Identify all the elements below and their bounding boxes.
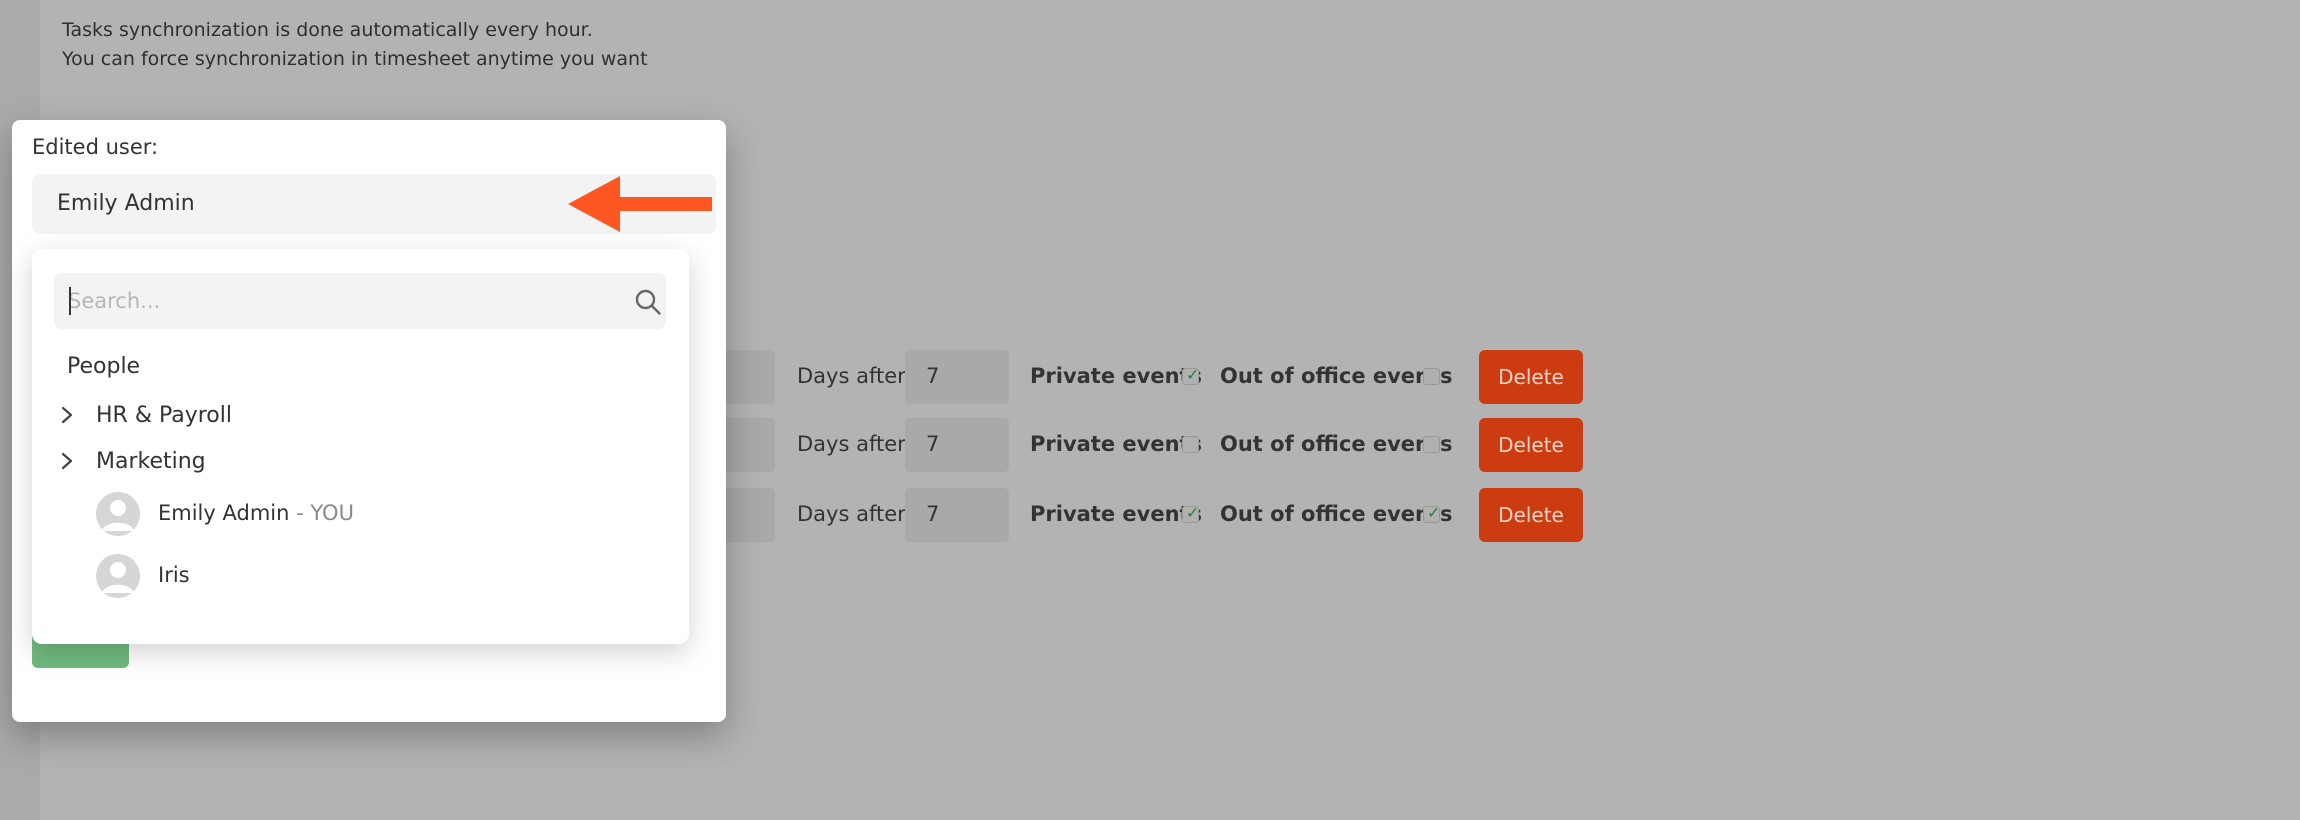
days-after-input[interactable]: 7 xyxy=(905,418,1009,472)
days-after-label: Days after xyxy=(797,364,906,388)
user-avatar-icon xyxy=(96,492,140,536)
selected-user-value: Emily Admin xyxy=(57,191,195,216)
edited-user-label: Edited user: xyxy=(32,135,159,159)
user-dropdown: People HR & Payroll Marketing Emily Admi… xyxy=(32,249,689,644)
tree-item-hr-payroll[interactable]: HR & Payroll xyxy=(32,395,689,435)
sync-info-line-1: Tasks synchronization is done automatica… xyxy=(62,19,593,41)
search-icon[interactable] xyxy=(634,288,662,316)
days-after-label: Days after xyxy=(797,502,906,526)
search-box[interactable] xyxy=(54,273,666,329)
you-tag: - YOU xyxy=(289,501,354,525)
private-events-checkbox[interactable] xyxy=(1182,436,1199,453)
chevron-right-icon[interactable] xyxy=(60,451,74,471)
checkmark-icon: ✓ xyxy=(1186,503,1200,522)
avatar xyxy=(96,554,140,598)
days-after-label: Days after xyxy=(797,432,906,456)
user-option-iris[interactable]: Iris xyxy=(32,549,689,603)
days-after-value: 7 xyxy=(926,502,940,526)
checkmark-icon: ✓ xyxy=(1186,365,1200,384)
user-option-label: Emily Admin - YOU xyxy=(158,501,354,525)
delete-button[interactable]: Delete xyxy=(1479,350,1583,404)
days-after-input[interactable]: 7 xyxy=(905,488,1009,542)
private-events-checkbox[interactable]: ✓ xyxy=(1182,365,1200,385)
people-group-title: People xyxy=(67,354,141,379)
user-option-emily-admin[interactable]: Emily Admin - YOU xyxy=(32,487,689,541)
text-cursor xyxy=(69,287,71,315)
checkmark-icon: ✓ xyxy=(1427,503,1441,522)
tree-item-marketing[interactable]: Marketing xyxy=(32,441,689,481)
private-events-label: Private events xyxy=(1030,502,1203,526)
out-of-office-events-label: Out of office events xyxy=(1220,364,1453,388)
avatar xyxy=(96,492,140,536)
delete-button[interactable]: Delete xyxy=(1479,418,1583,472)
search-input[interactable] xyxy=(68,285,588,317)
delete-button[interactable]: Delete xyxy=(1479,488,1583,542)
tree-item-label: HR & Payroll xyxy=(96,403,232,428)
user-option-label: Iris xyxy=(158,563,190,587)
out-of-office-events-checkbox[interactable] xyxy=(1423,368,1440,385)
out-of-office-events-checkbox[interactable] xyxy=(1423,436,1440,453)
days-after-value: 7 xyxy=(926,364,940,388)
out-of-office-events-checkbox[interactable]: ✓ xyxy=(1423,503,1441,523)
user-name: Iris xyxy=(158,563,190,587)
sync-info-text: Tasks synchronization is done automatica… xyxy=(62,16,648,74)
sync-info-line-2: You can force synchronization in timeshe… xyxy=(62,48,648,70)
days-after-input[interactable]: 7 xyxy=(905,350,1009,404)
chevron-right-icon[interactable] xyxy=(60,405,74,425)
user-name: Emily Admin xyxy=(158,501,290,525)
user-avatar-icon xyxy=(96,554,140,598)
out-of-office-events-label: Out of office events xyxy=(1220,502,1453,526)
tree-item-label: Marketing xyxy=(96,449,206,474)
private-events-label: Private events xyxy=(1030,364,1203,388)
arrow-left-icon xyxy=(568,176,712,232)
private-events-checkbox[interactable]: ✓ xyxy=(1182,503,1200,523)
days-after-value: 7 xyxy=(926,432,940,456)
private-events-label: Private events xyxy=(1030,432,1203,456)
out-of-office-events-label: Out of office events xyxy=(1220,432,1453,456)
